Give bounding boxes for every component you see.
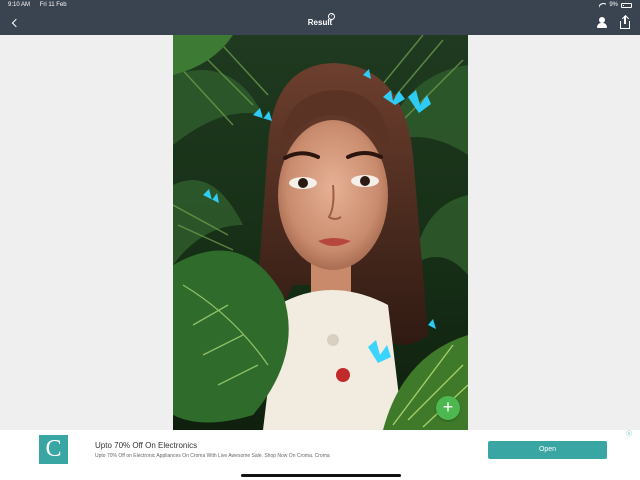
share-icon[interactable] <box>619 14 632 30</box>
status-bar: 9:10 AM Fri 11 Feb 9% <box>0 0 640 11</box>
status-left: 9:10 AM Fri 11 Feb <box>8 2 75 8</box>
nav-bar: Result ? <box>0 11 640 35</box>
status-date: Fri 11 Feb <box>39 2 67 8</box>
battery-percent: 9% <box>609 2 618 8</box>
add-fab-button[interactable]: + <box>436 396 460 420</box>
status-right: 9% <box>599 2 632 8</box>
ad-description: Upto 70% Off on Electronic Appliances On… <box>95 453 330 459</box>
home-indicator-area <box>0 470 640 480</box>
result-image[interactable] <box>173 35 468 430</box>
wifi-icon <box>599 2 607 8</box>
ad-logo: C <box>39 435 68 464</box>
cartoon-portrait-image <box>173 35 468 430</box>
ad-title[interactable]: Upto 70% Off On Electronics <box>95 441 197 450</box>
status-time: 9:10 AM <box>8 2 31 8</box>
back-button[interactable] <box>6 15 22 31</box>
profile-icon[interactable] <box>596 16 608 29</box>
battery-icon <box>621 2 632 8</box>
ad-banner[interactable]: C Upto 70% Off On Electronics Upto 70% O… <box>0 430 640 470</box>
help-icon[interactable]: ? <box>328 13 335 20</box>
home-indicator[interactable] <box>241 474 401 477</box>
ad-logo-letter: C <box>45 436 62 462</box>
ad-open-button[interactable]: Open <box>488 441 607 459</box>
back-chevron-icon <box>11 18 20 28</box>
ad-choices-icon[interactable]: ⓧ <box>625 431 633 439</box>
